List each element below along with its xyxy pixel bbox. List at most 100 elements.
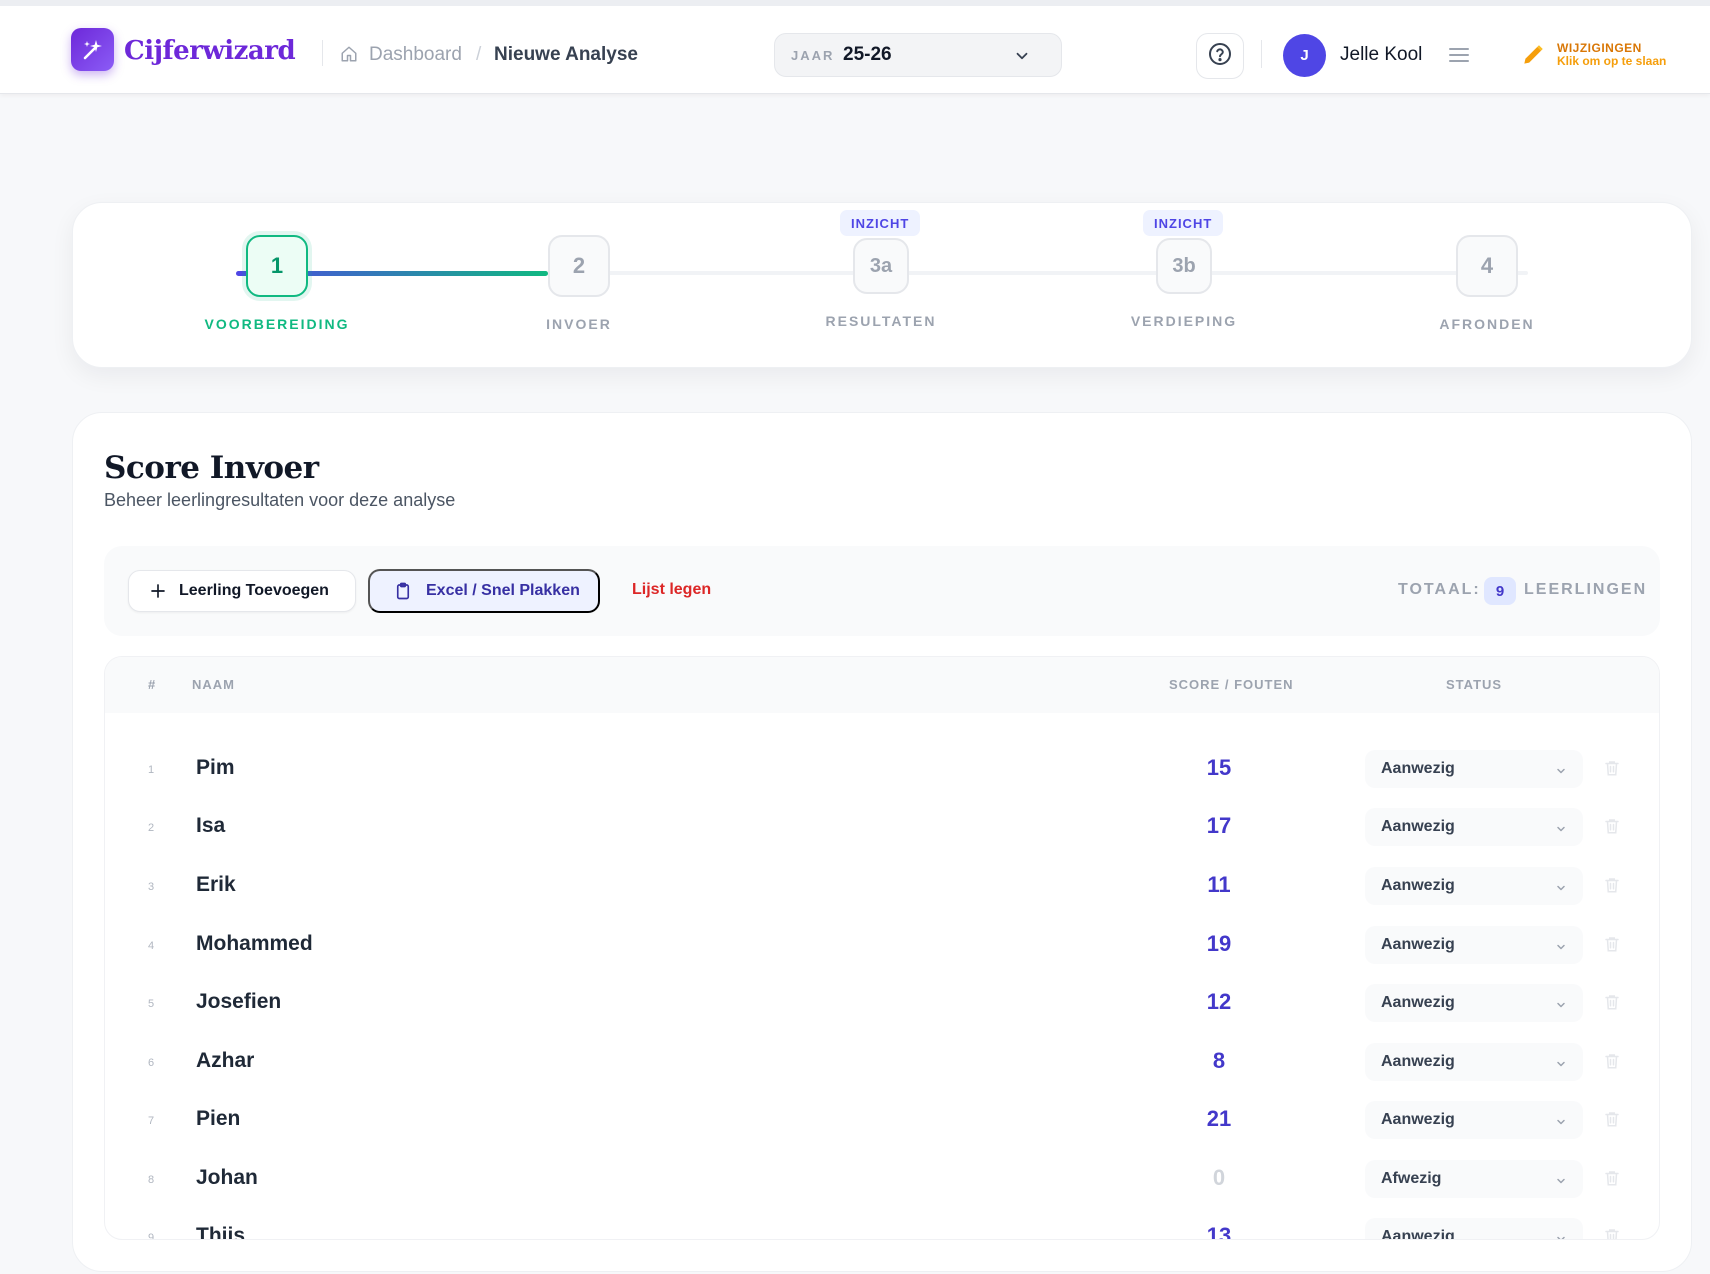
step-4-label[interactable]: AFRONDEN (1387, 316, 1587, 332)
chevron-down-icon (1555, 1115, 1567, 1133)
status-value: Afwezig (1381, 1170, 1442, 1187)
user-name[interactable]: Jelle Kool (1340, 44, 1422, 66)
trash-icon[interactable] (1603, 875, 1621, 900)
trash-icon[interactable] (1603, 992, 1621, 1017)
clipboard-icon (396, 582, 410, 600)
step-3a-label[interactable]: RESULTATEN (781, 313, 981, 329)
chevron-down-icon (1013, 47, 1031, 70)
total-label: TOTAAL: (1398, 581, 1481, 598)
header-divider (322, 40, 323, 66)
score-value[interactable]: 15 (1169, 755, 1269, 781)
score-value[interactable]: 8 (1169, 1048, 1269, 1074)
status-select[interactable]: Afwezig (1365, 1160, 1583, 1198)
excel-paste-label: Excel / Snel Plakken (426, 582, 580, 599)
row-number: 4 (147, 940, 155, 952)
step-3b-label[interactable]: VERDIEPING (1084, 313, 1284, 329)
pencil-icon[interactable] (1520, 42, 1546, 73)
chevron-down-icon (1555, 881, 1567, 899)
page-title: Score Invoer (104, 450, 319, 486)
student-name[interactable]: Pien (196, 1107, 240, 1131)
score-value[interactable]: 12 (1169, 989, 1269, 1015)
chevron-down-icon (1555, 1232, 1567, 1239)
status-select[interactable]: Aanwezig (1365, 1101, 1583, 1139)
app-name[interactable]: Cijferwizard (124, 36, 296, 66)
score-value[interactable]: 13 (1169, 1223, 1269, 1239)
step-2-label[interactable]: INVOER (479, 316, 679, 332)
student-name[interactable]: Josefien (196, 990, 281, 1014)
add-student-label: Leerling Toevoegen (179, 582, 329, 599)
row-number: 8 (147, 1174, 155, 1186)
status-value: Aanwezig (1381, 1053, 1455, 1070)
table-row: 1 Pim 15 Aanwezig (105, 740, 1659, 798)
score-value[interactable]: 21 (1169, 1106, 1269, 1132)
score-value[interactable]: 17 (1169, 813, 1269, 839)
chevron-down-icon (1555, 1174, 1567, 1192)
score-value[interactable]: 11 (1169, 872, 1269, 898)
chevron-down-icon (1555, 1057, 1567, 1075)
excel-paste-button[interactable]: Excel / Snel Plakken (368, 569, 600, 613)
step-2-circle[interactable]: 2 (548, 235, 610, 297)
row-number: 9 (147, 1232, 155, 1240)
total-suffix: LEERLINGEN (1524, 581, 1648, 598)
table-row: 4 Mohammed 19 Aanwezig (105, 916, 1659, 974)
app-logo-icon[interactable] (71, 28, 114, 71)
status-select[interactable]: Aanwezig (1365, 808, 1583, 846)
score-value[interactable]: 19 (1169, 931, 1269, 957)
trash-icon[interactable] (1603, 1109, 1621, 1134)
year-value: 25-26 (843, 44, 892, 65)
trash-icon[interactable] (1603, 758, 1621, 783)
step-4-circle[interactable]: 4 (1456, 235, 1518, 297)
trash-icon[interactable] (1603, 934, 1621, 959)
row-number: 6 (147, 1057, 155, 1069)
row-number: 1 (147, 764, 155, 776)
status-value: Aanwezig (1381, 818, 1455, 835)
status-select[interactable]: Aanwezig (1365, 1043, 1583, 1081)
status-select[interactable]: Aanwezig (1365, 867, 1583, 905)
add-student-button[interactable]: Leerling Toevoegen (128, 570, 356, 612)
row-number: 3 (147, 881, 155, 893)
student-name[interactable]: Thijs (196, 1224, 245, 1239)
clear-list-button[interactable]: Lijst legen (632, 581, 711, 599)
help-button[interactable] (1196, 33, 1244, 79)
chevron-down-icon (1555, 822, 1567, 840)
header-divider (1261, 40, 1262, 68)
unsaved-changes-title[interactable]: WIJZIGINGEN (1557, 41, 1642, 55)
table-row: 7 Pien 21 Aanwezig (105, 1091, 1659, 1149)
status-select[interactable]: Aanwezig (1365, 1218, 1583, 1240)
trash-icon[interactable] (1603, 1168, 1621, 1193)
row-number: 5 (147, 998, 155, 1010)
student-name[interactable]: Isa (196, 814, 225, 838)
trash-icon[interactable] (1603, 1051, 1621, 1076)
home-icon[interactable] (340, 45, 358, 68)
status-value: Aanwezig (1381, 1228, 1455, 1240)
step-3a-circle[interactable]: 3a (853, 238, 909, 294)
step-1-label[interactable]: VOORBEREIDING (177, 316, 377, 332)
hamburger-menu-icon[interactable] (1448, 46, 1470, 69)
avatar[interactable]: J (1283, 34, 1326, 77)
status-select[interactable]: Aanwezig (1365, 750, 1583, 788)
student-name[interactable]: Pim (196, 756, 235, 780)
table-header: # NAAM SCORE / FOUTEN STATUS (105, 657, 1659, 713)
table-row: 3 Erik 11 Aanwezig (105, 857, 1659, 915)
trash-icon[interactable] (1603, 1226, 1621, 1239)
table-row: 2 Isa 17 Aanwezig (105, 798, 1659, 856)
header-status: STATUS (1446, 677, 1503, 692)
student-name[interactable]: Azhar (196, 1049, 254, 1073)
trash-icon[interactable] (1603, 816, 1621, 841)
score-value[interactable]: 0 (1169, 1165, 1269, 1191)
student-name[interactable]: Erik (196, 873, 236, 897)
status-value: Aanwezig (1381, 994, 1455, 1011)
status-select[interactable]: Aanwezig (1365, 984, 1583, 1022)
status-value: Aanwezig (1381, 877, 1455, 894)
student-name[interactable]: Mohammed (196, 932, 313, 956)
year-select[interactable]: JAAR 25-26 (774, 33, 1062, 77)
status-select[interactable]: Aanwezig (1365, 926, 1583, 964)
top-header: Cijferwizard Dashboard / Nieuwe Analyse … (0, 6, 1710, 94)
student-name[interactable]: Johan (196, 1166, 258, 1190)
unsaved-changes-hint[interactable]: Klik om op te slaan (1557, 54, 1666, 68)
header-name: NAAM (192, 677, 235, 692)
breadcrumb-dashboard-link[interactable]: Dashboard (369, 44, 462, 66)
step-3b-circle[interactable]: 3b (1156, 238, 1212, 294)
status-value: Aanwezig (1381, 760, 1455, 777)
step-1-circle[interactable]: 1 (246, 235, 308, 297)
